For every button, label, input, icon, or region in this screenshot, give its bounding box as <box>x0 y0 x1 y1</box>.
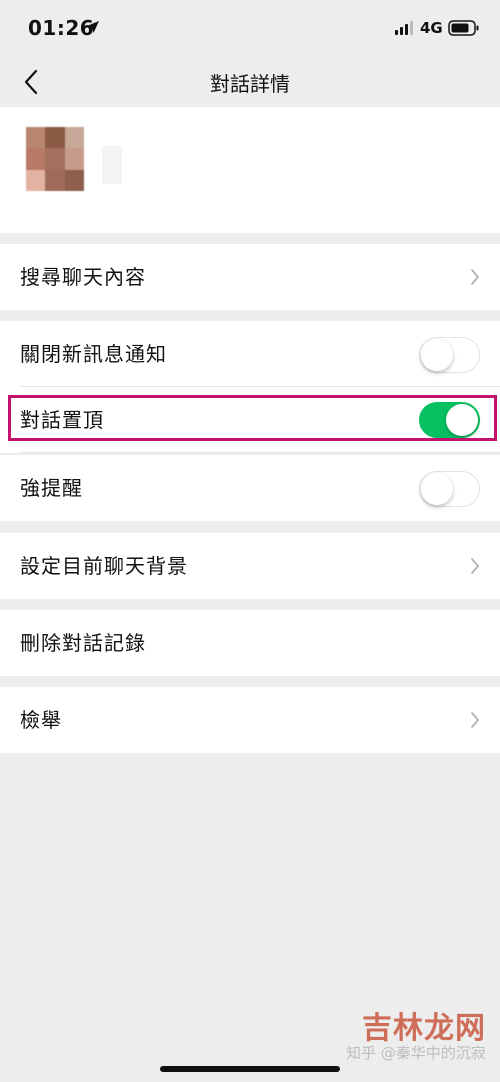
row-label: 設定目前聊天背景 <box>20 554 188 578</box>
row-label: 刪除對話記錄 <box>20 631 146 655</box>
status-bar: 01:26 4G <box>0 0 500 60</box>
row-label: 關閉新訊息通知 <box>20 342 167 366</box>
nav-bar: 對話詳情 <box>0 60 500 106</box>
delete-chat-history-row[interactable]: 刪除對話記錄 <box>0 610 500 676</box>
mute-notifications-row: 關閉新訊息通知 <box>0 321 500 387</box>
row-label: 檢舉 <box>20 708 62 732</box>
location-arrow-icon <box>87 21 99 33</box>
highlight-box <box>8 395 497 441</box>
status-time: 01:26 <box>28 16 95 40</box>
toggle-knob <box>421 473 453 505</box>
avatar[interactable] <box>26 127 84 191</box>
mute-notifications-toggle[interactable] <box>419 337 480 373</box>
cellular-signal-icon <box>395 21 413 35</box>
chevron-right-icon <box>471 712 479 728</box>
row-label: 搜尋聊天內容 <box>20 265 146 289</box>
zhihu-watermark: 知乎 @秦华中的沉寂 <box>346 1044 486 1062</box>
chevron-right-icon <box>471 558 479 574</box>
blurred-member-name <box>102 146 122 184</box>
report-row[interactable]: 檢舉 <box>0 687 500 753</box>
strong-reminder-toggle[interactable] <box>419 471 480 507</box>
search-chat-content-row[interactable]: 搜尋聊天內容 <box>0 244 500 310</box>
home-indicator[interactable] <box>160 1066 340 1072</box>
toggle-knob <box>421 339 453 371</box>
battery-icon <box>448 20 479 36</box>
site-watermark: 吉林龙网 <box>362 1011 486 1046</box>
page-title: 對話詳情 <box>210 72 290 96</box>
divider <box>20 452 500 453</box>
set-chat-background-row[interactable]: 設定目前聊天背景 <box>0 533 500 599</box>
strong-reminder-row: 強提醒 <box>0 455 500 521</box>
chevron-right-icon <box>471 269 479 285</box>
row-label: 強提醒 <box>20 476 83 500</box>
member-card <box>0 107 500 233</box>
network-label: 4G <box>420 19 443 37</box>
